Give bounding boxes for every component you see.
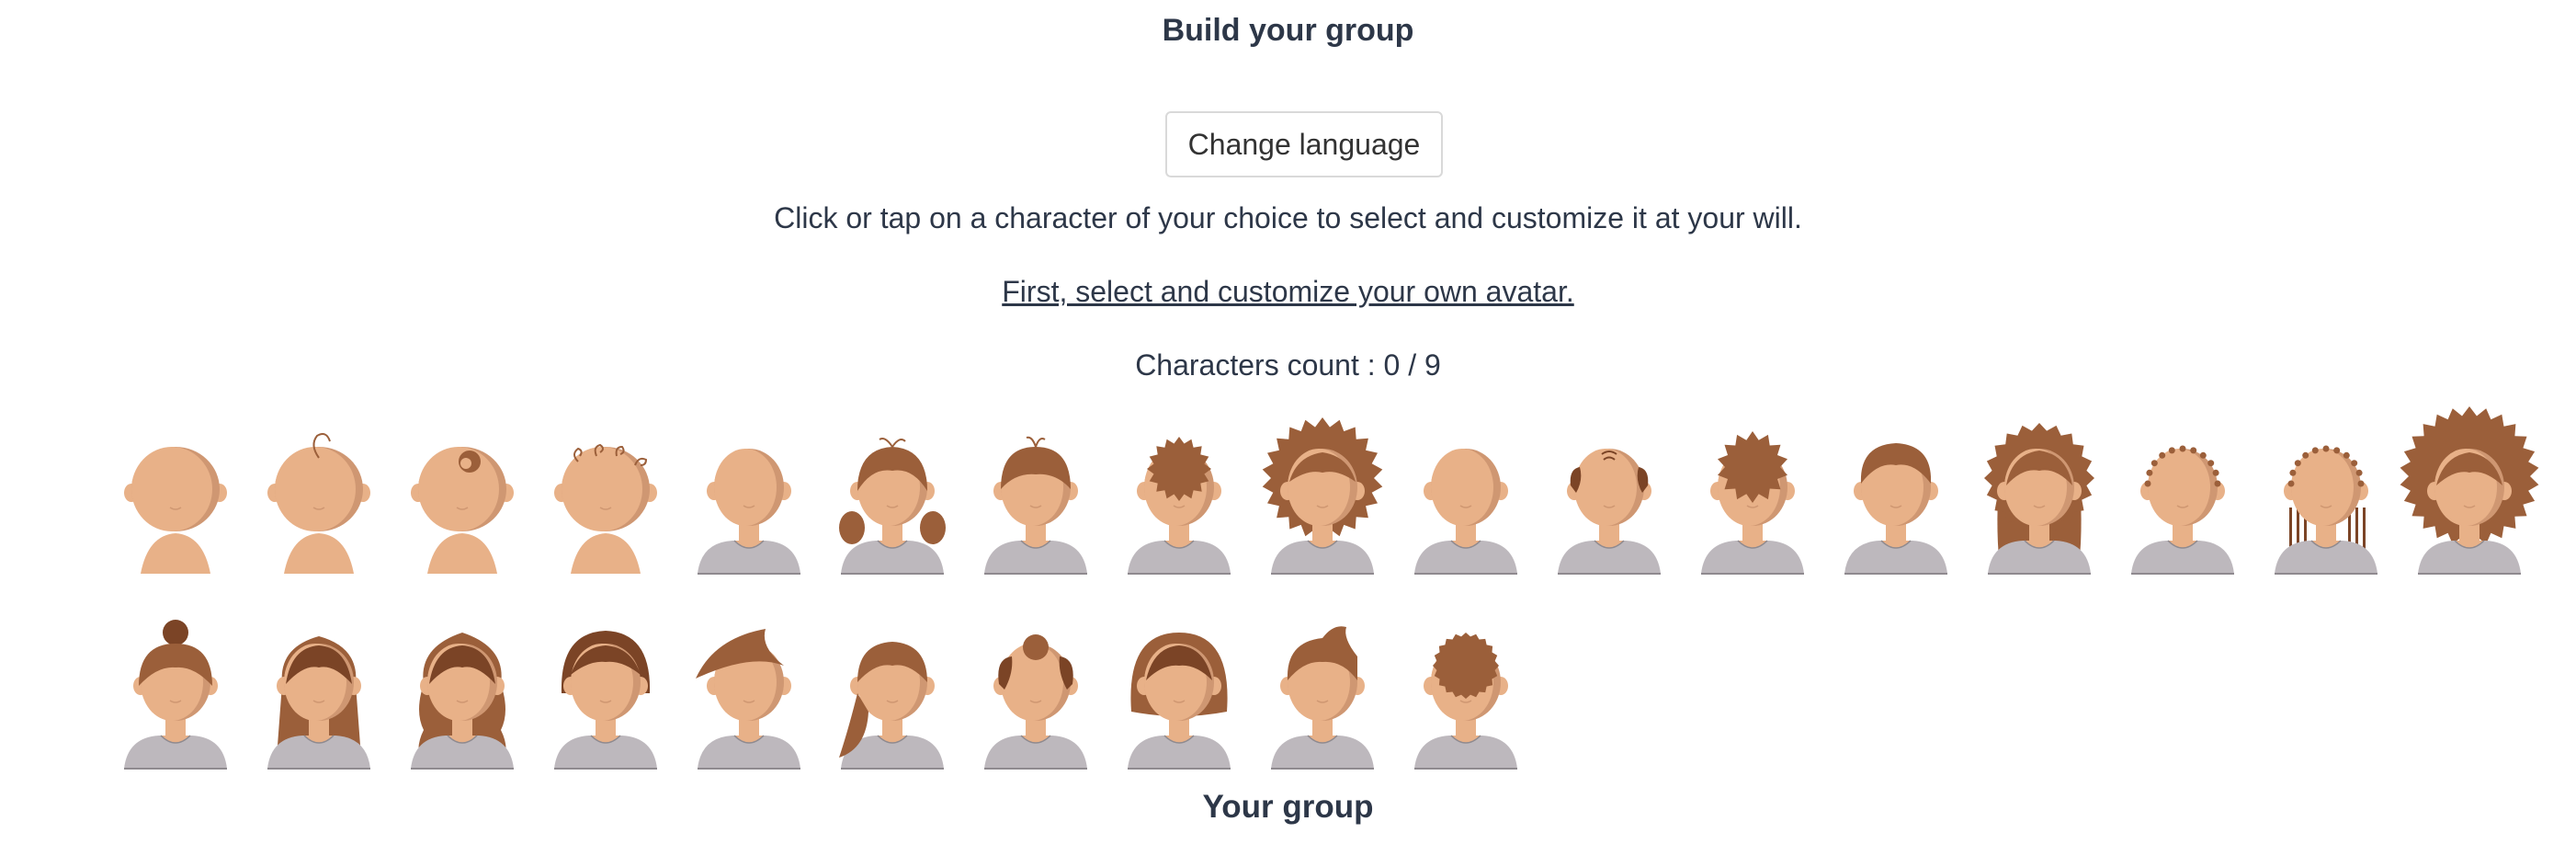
woman-topknot-avatar-icon bbox=[124, 620, 227, 770]
avatar-girl-curly[interactable] bbox=[1262, 417, 1383, 575]
avatar-woman-bun[interactable] bbox=[982, 620, 1089, 770]
avatar-man-quiff[interactable] bbox=[696, 620, 802, 770]
man-buzz-avatar-icon bbox=[2131, 445, 2234, 575]
avatar-baby-curls[interactable] bbox=[552, 425, 659, 574]
instruction-text: Click or tap on a character of your choi… bbox=[774, 201, 1802, 234]
avatar-woman-afro[interactable] bbox=[2400, 406, 2539, 575]
avatar-boy-tuft[interactable] bbox=[982, 425, 1089, 575]
woman-braids-avatar-icon bbox=[2275, 445, 2377, 575]
man-quiff-avatar-icon bbox=[696, 629, 800, 770]
page-title: Build your group bbox=[1162, 13, 1414, 48]
avatar-boy-swept[interactable] bbox=[1269, 620, 1376, 770]
woman-bun-avatar-icon bbox=[984, 634, 1087, 770]
woman-ponytail-avatar-icon bbox=[839, 642, 944, 770]
baby-bun-avatar-icon bbox=[411, 447, 514, 574]
characters-count: Characters count : 0 / 9 bbox=[1135, 348, 1441, 382]
your-group-title: Your group bbox=[1202, 789, 1374, 825]
avatar-baby-bald[interactable] bbox=[122, 425, 229, 574]
man-curly-crop-avatar-icon bbox=[1414, 633, 1517, 770]
girl-pigtails-avatar-icon bbox=[839, 438, 946, 575]
avatar-woman-braids[interactable] bbox=[2273, 425, 2379, 575]
avatar-man-balding[interactable] bbox=[1556, 425, 1662, 575]
avatar-baby-bun[interactable] bbox=[409, 425, 516, 574]
avatar-teen-bald[interactable] bbox=[1413, 425, 1519, 575]
avatar-boy-spiky[interactable] bbox=[1699, 425, 1806, 575]
woman-long-wavy-avatar-icon bbox=[411, 633, 514, 770]
woman-long-avatar-icon bbox=[267, 636, 370, 770]
woman-afro-avatar-icon bbox=[2400, 406, 2539, 575]
avatar-man-curly-crop[interactable] bbox=[1413, 620, 1519, 770]
child-bald-avatar-icon bbox=[698, 449, 800, 575]
boy-tuft-avatar-icon bbox=[984, 436, 1087, 575]
first-step-text: First, select and customize your own ava… bbox=[1002, 275, 1574, 308]
teen-bald-avatar-icon bbox=[1414, 449, 1517, 575]
avatar-woman-long[interactable] bbox=[266, 620, 372, 770]
avatar-woman-ponytail[interactable] bbox=[839, 620, 946, 770]
boy-short-avatar-icon bbox=[1844, 443, 1947, 575]
avatar-man-buzz[interactable] bbox=[2129, 425, 2236, 575]
boy-spiky-avatar-icon bbox=[1701, 431, 1804, 575]
avatar-boy-short[interactable] bbox=[1843, 425, 1949, 575]
woman-bob-wide-avatar-icon bbox=[1128, 633, 1231, 770]
avatar-baby-curl[interactable] bbox=[266, 425, 372, 574]
avatar-woman-long-wavy[interactable] bbox=[409, 620, 516, 770]
baby-bald-avatar-icon bbox=[124, 447, 227, 574]
avatar-woman-bob-wide[interactable] bbox=[1126, 620, 1232, 770]
avatar-child-curly[interactable] bbox=[1126, 425, 1232, 575]
avatar-woman-topknot[interactable] bbox=[122, 620, 229, 770]
avatar-child-bald[interactable] bbox=[696, 425, 802, 575]
boy-swept-avatar-icon bbox=[1271, 626, 1374, 770]
avatar-woman-bob[interactable] bbox=[552, 620, 659, 770]
child-curly-avatar-icon bbox=[1128, 437, 1231, 575]
man-balding-avatar-icon bbox=[1558, 449, 1661, 575]
change-language-button[interactable]: Change language bbox=[1165, 111, 1443, 177]
girl-long-curly-avatar-icon bbox=[1984, 423, 2094, 575]
baby-curls-avatar-icon bbox=[554, 443, 657, 574]
avatar-girl-pigtails[interactable] bbox=[839, 425, 946, 575]
avatar-girl-long-curly[interactable] bbox=[1984, 423, 2094, 575]
baby-curl-avatar-icon bbox=[267, 433, 370, 574]
girl-curly-avatar-icon bbox=[1262, 417, 1383, 575]
woman-bob-avatar-icon bbox=[554, 631, 657, 770]
